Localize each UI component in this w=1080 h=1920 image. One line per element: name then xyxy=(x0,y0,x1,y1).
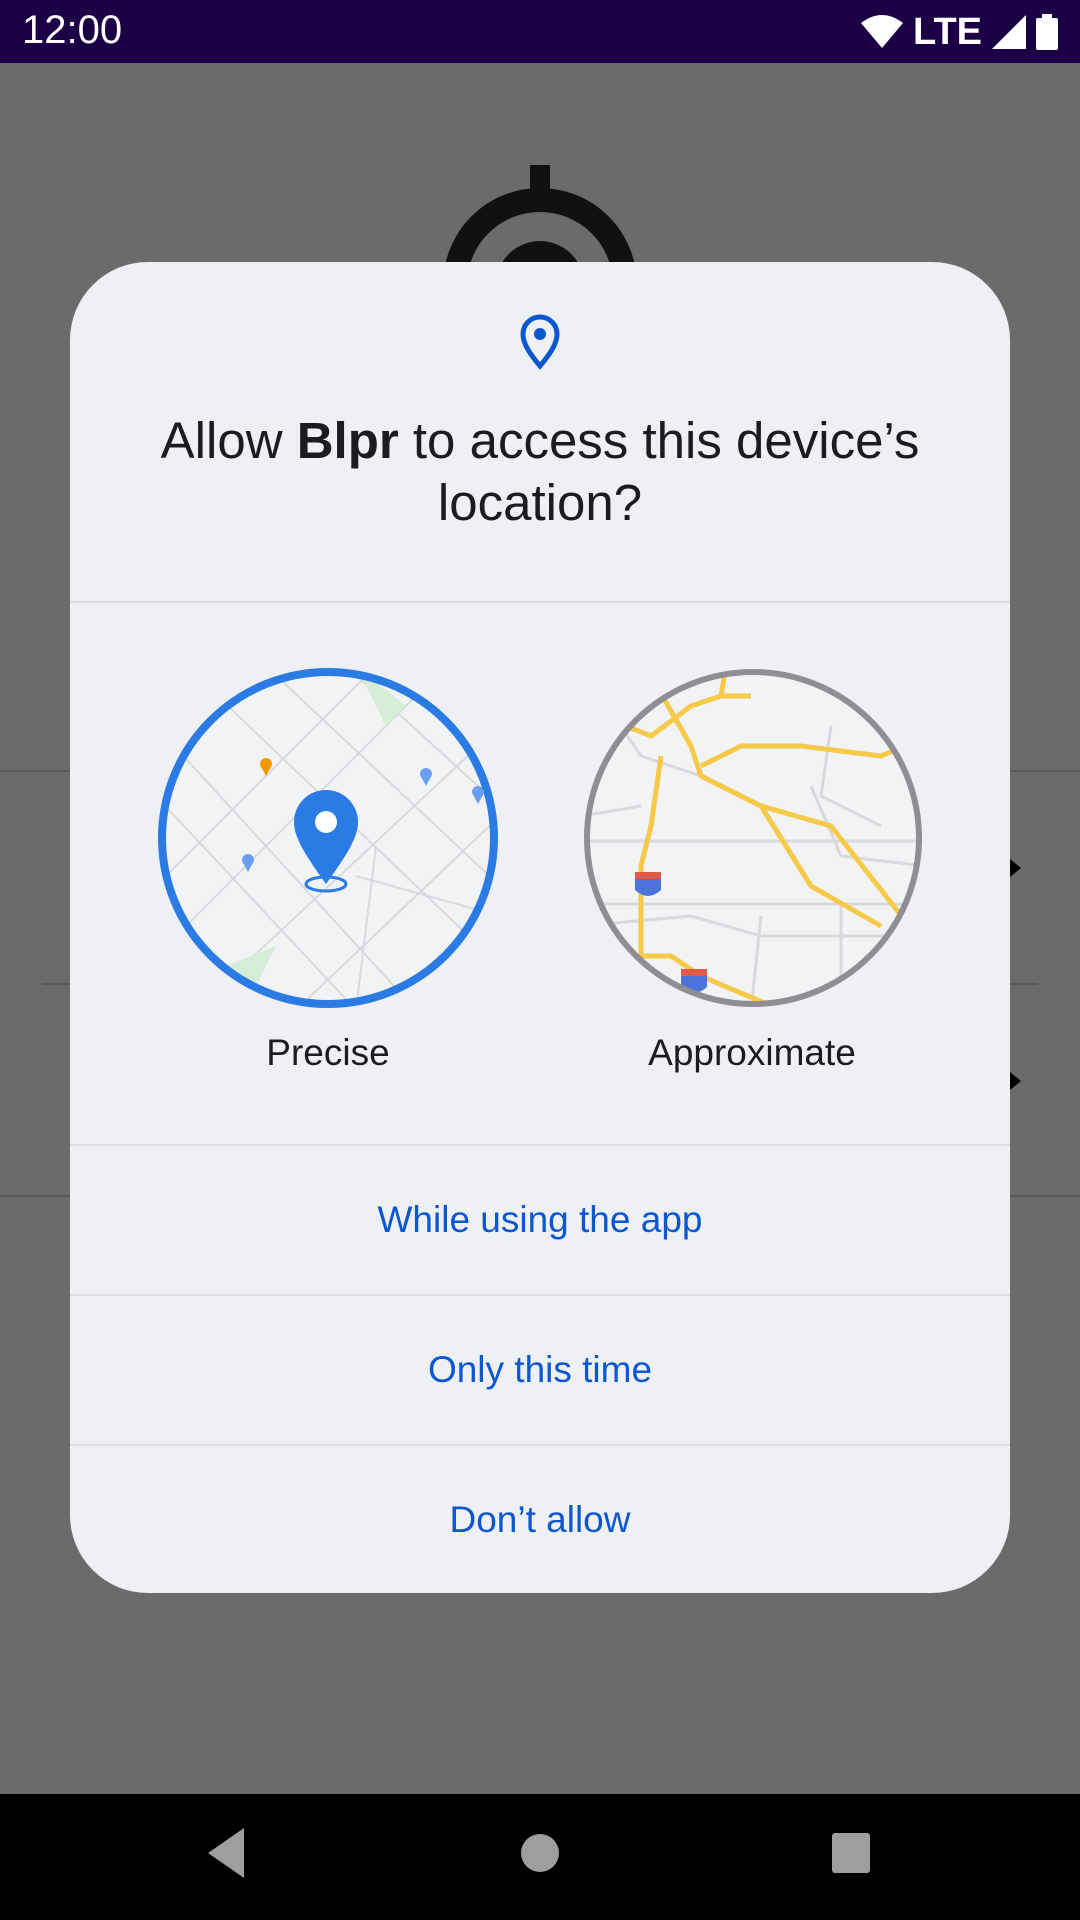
approximate-label[interactable]: Approximate xyxy=(582,1032,922,1074)
precise-map-image[interactable] xyxy=(156,666,500,1010)
while-using-app-button[interactable]: While using the app xyxy=(70,1145,1010,1295)
location-pin-icon xyxy=(520,314,560,370)
location-permission-dialog: Allow Blpr to access this device’s locat… xyxy=(70,262,1010,1593)
title-suffix: to access this device’s location? xyxy=(398,412,920,531)
cell-signal-icon xyxy=(992,15,1026,49)
dont-allow-button[interactable]: Don’t allow xyxy=(70,1445,1010,1593)
home-icon[interactable] xyxy=(520,1822,560,1884)
bg-chevron-icon xyxy=(1010,1072,1021,1090)
title-prefix: Allow xyxy=(160,412,297,469)
precise-label[interactable]: Precise xyxy=(158,1032,498,1074)
status-icons: LTE xyxy=(861,10,1058,54)
network-type-label: LTE xyxy=(913,10,982,53)
dialog-title: Allow Blpr to access this device’s locat… xyxy=(110,410,970,534)
divider xyxy=(70,601,1010,603)
status-time: 12:00 xyxy=(22,8,123,52)
battery-icon xyxy=(1036,14,1058,50)
approximate-map-image[interactable] xyxy=(581,666,925,1010)
status-bar: 12:00 LTE xyxy=(0,0,1080,63)
bg-chevron-icon xyxy=(1010,859,1021,877)
back-icon[interactable] xyxy=(202,1822,248,1884)
app-name: Blpr xyxy=(296,412,399,469)
recents-icon[interactable] xyxy=(830,1822,872,1884)
navigation-bar xyxy=(0,1794,1080,1920)
only-this-time-button[interactable]: Only this time xyxy=(70,1295,1010,1445)
wifi-icon xyxy=(861,15,904,48)
